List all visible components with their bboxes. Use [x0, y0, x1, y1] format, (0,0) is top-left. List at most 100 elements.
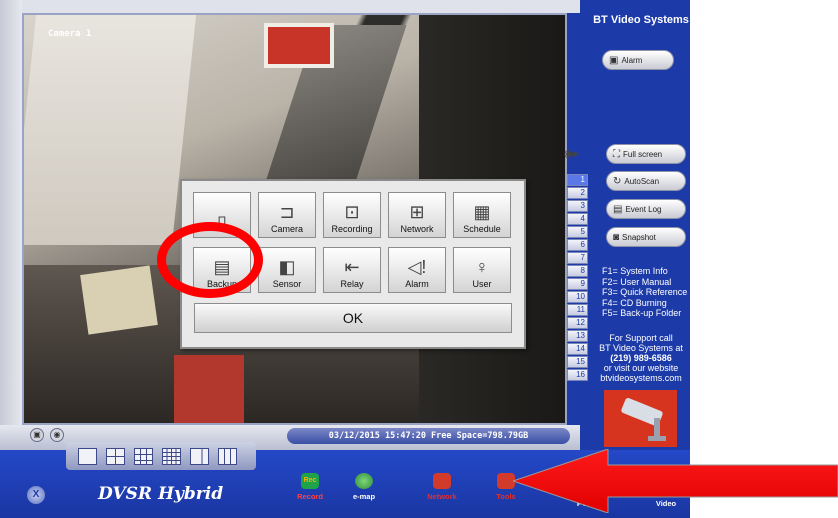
channel-button-1[interactable]: 1 — [567, 174, 588, 186]
autoscan-button[interactable]: ↻ AutoScan — [606, 171, 686, 191]
record-icon: Rec — [301, 473, 319, 489]
channel-button-11[interactable]: 11 — [567, 304, 588, 316]
user-icon: ♀ — [475, 257, 489, 277]
support-line: BT Video Systems at — [599, 343, 683, 353]
layout-selector — [66, 442, 256, 470]
channel-button-5[interactable]: 5 — [567, 226, 588, 238]
tool-button-user[interactable]: ♀ User — [453, 247, 511, 293]
network-label: Network — [427, 492, 457, 501]
security-camera-logo — [604, 390, 677, 447]
layout-mixed-button[interactable] — [218, 448, 237, 465]
fullscreen-label: Full screen — [623, 149, 663, 159]
app-name: DVSR Hybrid — [98, 484, 224, 504]
autoscan-label: AutoScan — [624, 176, 660, 186]
channel-button-2[interactable]: 2 — [567, 187, 588, 199]
cam-box — [80, 265, 158, 335]
channel-button-16[interactable]: 16 — [567, 369, 588, 381]
layout-mixed-icon — [219, 449, 236, 464]
layout-3x3-icon — [135, 449, 152, 464]
ok-button[interactable]: OK — [194, 303, 512, 333]
layout-pip-button[interactable] — [190, 448, 209, 465]
snapshot-icon: ◙ — [613, 231, 620, 243]
channel-button-4[interactable]: 4 — [567, 213, 588, 225]
autoscan-icon: ↻ — [613, 175, 622, 187]
emap-label: e-map — [352, 492, 376, 501]
layout-2x2-button[interactable] — [106, 448, 125, 465]
channel-button-13[interactable]: 13 — [567, 330, 588, 342]
support-line: For Support call — [609, 333, 673, 343]
tool-button-schedule[interactable]: ▦ Schedule — [453, 192, 511, 238]
tool-button-network[interactable]: ⊞ Network — [388, 192, 446, 238]
tool-button-camera[interactable]: ⊐ Camera — [258, 192, 316, 238]
alarm-button[interactable]: ▣ Alarm — [602, 50, 674, 70]
snapshot-button[interactable]: ◙ Snapshot — [606, 227, 686, 247]
tool-label: Relay — [340, 279, 364, 289]
sensor-icon: ◧ — [278, 257, 296, 277]
snapshot-label: Snapshot — [622, 232, 656, 242]
channel-button-6[interactable]: 6 — [567, 239, 588, 251]
layout-1x1-button[interactable] — [78, 448, 97, 465]
cam-wall — [24, 15, 197, 245]
tool-label: Recording — [331, 224, 373, 234]
channel-button-9[interactable]: 9 — [567, 278, 588, 290]
camera-switch-icon[interactable]: ◉▸ — [564, 147, 586, 161]
highlight-circle — [157, 222, 263, 298]
tool-button-sensor[interactable]: ◧ Sensor — [258, 247, 316, 293]
support-phone: (219) 989-6586 — [610, 353, 672, 363]
tool-label: Alarm — [405, 279, 429, 289]
exit-button[interactable]: X — [27, 486, 45, 504]
channel-button-10[interactable]: 10 — [567, 291, 588, 303]
network-icon: ⊞ — [409, 202, 425, 222]
fullscreen-button[interactable]: ⛶ Full screen — [606, 144, 686, 164]
channel-button-8[interactable]: 8 — [567, 265, 588, 277]
fkey-line: F3= Quick Reference — [602, 287, 688, 297]
emap-button[interactable]: e-map — [338, 473, 390, 501]
support-website: btvideosystems.com — [600, 373, 682, 383]
channel-button-3[interactable]: 3 — [567, 200, 588, 212]
function-key-help: F1= System Info F2= User Manual F3= Quic… — [602, 266, 692, 319]
network-button[interactable]: Network — [416, 473, 468, 501]
layout-4x4-icon — [163, 449, 180, 464]
tool-label: Camera — [270, 224, 303, 234]
status-bar: 03/12/2015 15:47:20 Free Space=798.79GB — [287, 428, 570, 444]
layout-1x1-icon — [79, 449, 96, 464]
channel-button-12[interactable]: 12 — [567, 317, 588, 329]
fkey-line: F5= Back-up Folder — [602, 308, 682, 318]
fkey-line: F4= CD Burning — [602, 297, 667, 308]
eventlog-button[interactable]: ▤ Event Log — [606, 199, 686, 219]
globe-icon — [355, 473, 373, 489]
tool-button-alarm[interactable]: ◁! Alarm — [388, 247, 446, 293]
annotation-arrow — [513, 449, 838, 513]
cam-target — [264, 23, 334, 68]
tool-button-recording[interactable]: ⊡ Recording — [323, 192, 381, 238]
layout-3x3-button[interactable] — [134, 448, 153, 465]
eventlog-label: Event Log — [625, 204, 662, 214]
layout-pip-icon — [191, 449, 208, 464]
frame-left — [0, 0, 22, 450]
layout-2x2-icon — [107, 449, 124, 464]
record-badge: Rec — [303, 477, 317, 484]
audio-toggle-icon[interactable]: ◉ — [50, 428, 64, 442]
frame-top — [0, 0, 580, 13]
film-camera-icon: ⊡ — [344, 202, 360, 222]
channel-button-15[interactable]: 15 — [567, 356, 588, 368]
layout-4x4-button[interactable] — [162, 448, 181, 465]
record-button[interactable]: Rec Record — [284, 473, 336, 501]
tool-button-relay[interactable]: ⇤ Relay — [323, 247, 381, 293]
tool-label: Sensor — [272, 279, 302, 289]
network-icon — [433, 473, 451, 489]
right-panel: BT Video Systems ▣ Alarm ⛶ Full screen ↻… — [592, 0, 690, 450]
channel-button-14[interactable]: 14 — [567, 343, 588, 355]
support-info: For Support call BT Video Systems at (21… — [592, 333, 690, 383]
alarm-icon: ◁! — [407, 257, 427, 277]
security-camera-icon — [621, 397, 666, 441]
alarm-label: Alarm — [621, 55, 643, 65]
channel-button-7[interactable]: 7 — [567, 252, 588, 264]
alarm-bell-icon: ▣ — [609, 54, 619, 66]
cam-red-object — [174, 355, 244, 423]
camera-icon: ⊐ — [279, 202, 295, 222]
monitor-toggle-icon[interactable]: ▣ — [30, 428, 44, 442]
tool-label: Schedule — [463, 224, 501, 234]
fullscreen-icon: ⛶ — [613, 148, 620, 160]
relay-icon: ⇤ — [344, 257, 360, 277]
